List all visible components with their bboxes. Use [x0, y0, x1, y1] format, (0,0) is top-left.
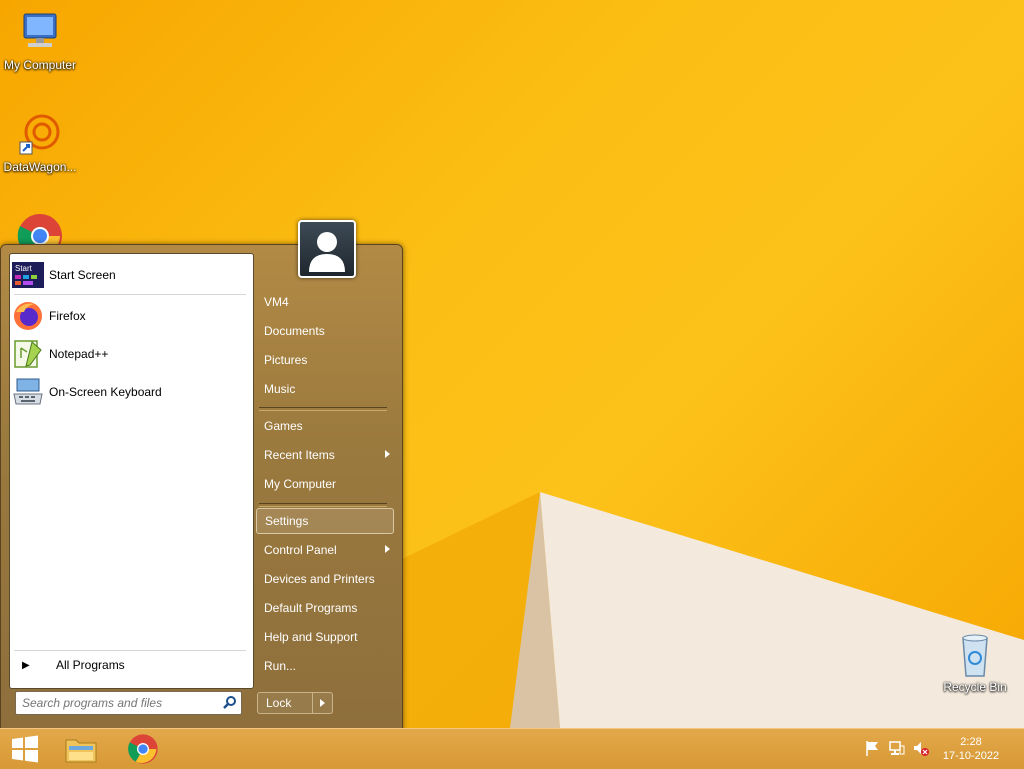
all-programs-button[interactable]: ▶ All Programs: [16, 654, 246, 676]
volume-muted-icon[interactable]: [912, 739, 930, 757]
right-item-label: Default Programs: [264, 601, 358, 615]
right-item-label: Pictures: [264, 353, 308, 367]
right-item-settings[interactable]: Settings: [256, 508, 394, 534]
notepad-plus-plus-icon: [12, 338, 44, 370]
search-icon[interactable]: [222, 695, 238, 711]
right-item-label: Recent Items: [264, 448, 335, 462]
desktop-icon-label: Recycle Bin: [943, 680, 1007, 694]
search-input[interactable]: [20, 694, 220, 712]
program-item-label: Start Screen: [49, 268, 116, 282]
clock-date: 17-10-2022: [942, 750, 1000, 762]
right-item-label: Music: [264, 382, 296, 396]
right-item-label: Help and Support: [264, 630, 358, 644]
taskbar-chrome[interactable]: [120, 731, 166, 767]
program-item-on-screen-keyboard[interactable]: On-Screen Keyboard: [12, 375, 250, 409]
taskbar: 2:28 17-10-2022: [0, 728, 1024, 769]
recycle-bin-icon: [951, 630, 999, 678]
right-item-music[interactable]: Music: [256, 376, 394, 402]
right-item-label: My Computer: [264, 477, 337, 491]
start-screen-tile-text: Start: [15, 264, 33, 273]
user-avatar[interactable]: [298, 220, 356, 278]
desktop-icon-label: DataWagon...: [3, 160, 77, 174]
right-item-label: Games: [264, 419, 303, 433]
taskbar-file-explorer[interactable]: [58, 731, 104, 767]
folder-icon: [65, 739, 97, 763]
datawagon-icon: [16, 110, 64, 158]
right-item-documents[interactable]: Documents: [256, 318, 394, 344]
windows-logo-icon: [12, 735, 38, 763]
right-item-vm4[interactable]: VM4: [256, 289, 394, 315]
program-item-label: Notepad++: [49, 347, 109, 361]
program-item-notepad-plus-plus[interactable]: Notepad++: [12, 337, 250, 371]
right-item-control-panel[interactable]: Control Panel: [256, 537, 394, 563]
desktop-icon-datawagon[interactable]: DataWagon...: [0, 110, 80, 174]
right-item-games[interactable]: Games: [256, 413, 394, 439]
start-button[interactable]: [2, 731, 48, 767]
firefox-icon: [12, 300, 44, 332]
action-center-flag-icon[interactable]: [864, 739, 882, 757]
start-search-box[interactable]: [15, 691, 242, 715]
program-item-start-screen[interactable]: Start Start Screen: [12, 258, 250, 292]
taskbar-clock[interactable]: 2:28 17-10-2022: [936, 735, 1006, 763]
desktop-icon-recycle-bin[interactable]: Recycle Bin: [935, 630, 1015, 694]
right-pane-separator: [259, 503, 387, 507]
pinned-separator: [14, 294, 246, 295]
right-item-default-programs[interactable]: Default Programs: [256, 595, 394, 621]
power-options-arrow-button[interactable]: [313, 692, 333, 714]
desktop-icon-label: My Computer: [3, 58, 77, 72]
computer-icon: [16, 8, 64, 56]
chevron-right-icon: [385, 450, 390, 458]
all-programs-label: All Programs: [56, 658, 125, 672]
right-item-pictures[interactable]: Pictures: [256, 347, 394, 373]
right-pane-separator: [259, 407, 387, 411]
play-arrow-icon: ▶: [22, 659, 30, 671]
right-item-my-computer[interactable]: My Computer: [256, 471, 394, 497]
chevron-right-icon: [320, 699, 325, 707]
right-item-label: VM4: [264, 295, 289, 309]
keyboard-icon: [12, 376, 44, 408]
lock-button-label: Lock: [266, 696, 292, 710]
right-item-label: Settings: [265, 514, 309, 528]
chevron-right-icon: [385, 545, 390, 553]
right-item-run[interactable]: Run...: [256, 653, 394, 679]
right-item-label: Control Panel: [264, 543, 337, 557]
right-item-devices-and-printers[interactable]: Devices and Printers: [256, 566, 394, 592]
network-icon[interactable]: [888, 739, 906, 757]
desktop-icon-my-computer[interactable]: My Computer: [0, 8, 80, 72]
lock-button[interactable]: Lock: [257, 692, 313, 714]
right-item-label: Documents: [264, 324, 325, 338]
all-programs-separator: [14, 650, 246, 651]
clock-time: 2:28: [960, 736, 982, 748]
right-item-label: Run...: [264, 659, 297, 673]
program-item-firefox[interactable]: Firefox: [12, 299, 250, 333]
chrome-icon: [128, 734, 158, 764]
right-item-help-and-support[interactable]: Help and Support: [256, 624, 394, 650]
user-icon: [309, 232, 345, 272]
right-item-label: Devices and Printers: [264, 572, 375, 586]
program-item-label: Firefox: [49, 309, 86, 323]
start-menu-programs-pane: Start Start Screen Firefox Notepad++ On-…: [9, 253, 254, 689]
program-item-label: On-Screen Keyboard: [49, 385, 162, 399]
start-screen-icon: Start: [12, 259, 44, 291]
right-item-recent-items[interactable]: Recent Items: [256, 442, 394, 468]
